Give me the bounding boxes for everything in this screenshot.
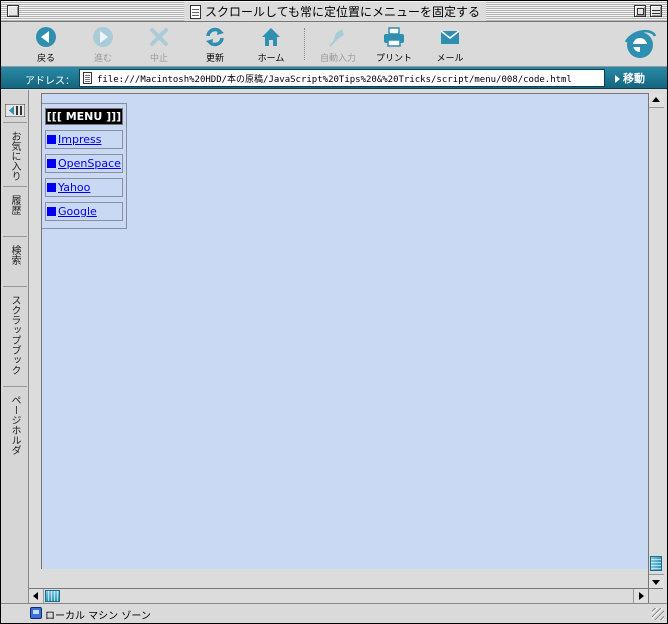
menu-link-openspace[interactable]: OpenSpace <box>45 154 123 173</box>
refresh-label: 更新 <box>205 54 224 64</box>
scroll-up-arrow-icon[interactable] <box>649 93 664 108</box>
back-arrow-icon <box>36 27 56 47</box>
browser-window: スクロールしても常に定位置にメニューを固定する 戻る 進む 中止 更新 ホーム … <box>0 0 668 624</box>
autofill-label: 自動入力 <box>319 54 356 64</box>
security-zone-text: ローカル マシン ゾーン <box>45 611 151 622</box>
go-label: 移動 <box>623 72 645 85</box>
refresh-icon <box>206 27 224 47</box>
tab-search[interactable]: 検索 <box>3 236 27 286</box>
go-arrow-icon <box>615 75 620 83</box>
tab-search-label: 検索 <box>9 245 20 265</box>
scroll-down-arrow-icon[interactable] <box>649 574 664 589</box>
scrollbar-corner <box>648 588 663 603</box>
mail-button[interactable]: メール <box>426 25 474 65</box>
collapse-box[interactable] <box>650 5 662 17</box>
back-label: 戻る <box>36 54 55 64</box>
home-button[interactable]: ホーム <box>247 25 295 65</box>
forward-arrow-icon <box>93 27 113 47</box>
back-button[interactable]: 戻る <box>22 25 70 65</box>
scroll-left-arrow-icon[interactable] <box>29 589 44 604</box>
forward-label: 進む <box>93 54 112 64</box>
autofill-button[interactable]: 自動入力 <box>314 25 362 65</box>
square-bullet-icon <box>47 183 56 192</box>
window-title-wrap: スクロールしても常に定位置にメニューを固定する <box>184 2 487 21</box>
menu-link-label[interactable]: Google <box>58 205 97 218</box>
stop-x-icon <box>150 28 168 46</box>
print-button[interactable]: プリント <box>370 25 418 65</box>
vertical-scrollbar[interactable] <box>648 93 664 589</box>
title-bar[interactable]: スクロールしても常に定位置にメニューを固定する <box>1 1 667 22</box>
explorer-bar: お気に入り 履歴 検索 スクラップブック ページホルダ <box>1 90 29 603</box>
address-input[interactable]: file:///Macintosh%20HDD/本の原稿/JavaScript%… <box>79 69 605 87</box>
stop-button[interactable]: 中止 <box>135 25 183 65</box>
refresh-button[interactable]: 更新 <box>191 25 239 65</box>
window-title: スクロールしても常に定位置にメニューを固定する <box>205 5 481 19</box>
tab-page-holder-label: ページホルダ <box>9 395 20 455</box>
status-bar: ローカル マシン ゾーン <box>1 603 667 623</box>
zoom-box[interactable] <box>634 5 646 17</box>
menu-link-impress[interactable]: Impress <box>45 130 123 149</box>
document-icon <box>190 4 201 19</box>
mail-icon <box>440 30 460 44</box>
tab-scrapbook[interactable]: スクラップブック <box>3 286 27 386</box>
address-label: アドレス： <box>25 76 75 87</box>
explorer-toggle-icon[interactable] <box>5 104 25 117</box>
scroll-right-arrow-icon[interactable] <box>633 589 648 604</box>
home-label: ホーム <box>257 54 285 64</box>
go-button[interactable]: 移動 <box>615 70 645 86</box>
fixed-menu: [[[ MENU ]]] Impress OpenSpace Yahoo Goo… <box>42 103 127 229</box>
menu-link-google[interactable]: Google <box>45 202 123 221</box>
forward-button[interactable]: 進む <box>79 25 127 65</box>
menu-link-label[interactable]: OpenSpace <box>58 157 121 170</box>
page-document-icon <box>83 72 92 84</box>
tab-history[interactable]: 履歴 <box>3 186 27 236</box>
printer-icon <box>384 27 404 47</box>
resize-grip-icon[interactable] <box>652 608 664 620</box>
menu-link-yahoo[interactable]: Yahoo <box>45 178 123 197</box>
menu-title: [[[ MENU ]]] <box>45 108 123 125</box>
tab-history-label: 履歴 <box>9 195 20 215</box>
horizontal-scroll-thumb[interactable] <box>45 590 60 602</box>
square-bullet-icon <box>47 207 56 216</box>
tab-scrapbook-label: スクラップブック <box>9 295 20 375</box>
close-box[interactable] <box>7 5 19 17</box>
address-bar: アドレス： file:///Macintosh%20HDD/本の原稿/JavaS… <box>1 67 667 89</box>
page-content: [[[ MENU ]]] Impress OpenSpace Yahoo Goo… <box>41 93 648 569</box>
mail-label: メール <box>436 54 464 64</box>
tab-favorites[interactable]: お気に入り <box>3 122 27 186</box>
stop-label: 中止 <box>149 54 168 64</box>
tab-favorites-label: お気に入り <box>9 131 20 181</box>
square-bullet-icon <box>47 135 56 144</box>
menu-link-label[interactable]: Impress <box>58 133 101 146</box>
local-machine-zone-icon <box>30 607 42 619</box>
horizontal-scrollbar[interactable] <box>29 588 648 604</box>
toolbar: 戻る 進む 中止 更新 ホーム 自動入力 プリント メール <box>1 22 667 67</box>
address-url[interactable]: file:///Macintosh%20HDD/本の原稿/JavaScript%… <box>97 72 572 85</box>
menu-link-label[interactable]: Yahoo <box>58 181 90 194</box>
tab-page-holder[interactable]: ページホルダ <box>3 386 27 470</box>
vertical-scroll-thumb[interactable] <box>650 556 662 571</box>
print-label: プリント <box>375 54 412 64</box>
home-icon <box>262 28 280 46</box>
square-bullet-icon <box>47 159 56 168</box>
autofill-icon <box>329 29 344 47</box>
toolbar-separator <box>304 28 305 60</box>
ie-logo-icon[interactable] <box>622 26 658 62</box>
